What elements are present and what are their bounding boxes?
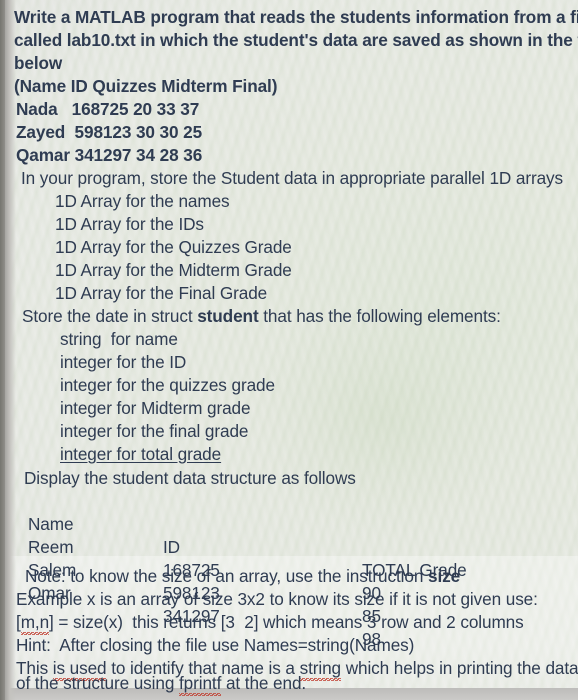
- assignment-text: Write a MATLAB program that reads the st…: [0, 0, 578, 700]
- intro-line-3: below: [14, 53, 63, 73]
- struct-element-4: integer for the final grade: [60, 421, 249, 441]
- note-line-3-a: [: [16, 612, 21, 632]
- sample-record-1: Zayed 598123 30 30 25: [16, 122, 203, 142]
- note-line-3: [m,n] = size(x) this returns [3 2] which…: [16, 611, 524, 635]
- format-header: (Name ID Quizzes Midterm Final): [14, 76, 278, 96]
- struct-element-5: integer for total grade: [60, 444, 222, 464]
- arrays-list-item-1: 1D Array for the IDs: [55, 214, 204, 234]
- arrays-instruction: In your program, store the Student data …: [21, 168, 564, 188]
- cell-name: Reem: [28, 537, 74, 557]
- struct-keyword: student: [197, 306, 259, 326]
- scanned-page: Write a MATLAB program that reads the st…: [0, 0, 578, 700]
- struct-instruction-before: Store the date in struct: [22, 306, 198, 326]
- struct-instruction: Store the date in struct student that ha…: [22, 305, 501, 328]
- misspelled-word: fprintf: [178, 673, 221, 696]
- intro-line-2: called lab10.txt in which the student's …: [14, 30, 578, 50]
- hint-line-3: of the structure using fprintf at the en…: [16, 672, 307, 696]
- arrays-list-item-2: 1D Array for the Quizzes Grade: [55, 237, 292, 257]
- misspelled-word: m,n: [20, 612, 49, 635]
- struct-element-2: integer for the quizzes grade: [60, 375, 275, 395]
- hint-line-1: Hint: After closing the file use Names=s…: [16, 635, 415, 655]
- note-line-1: Note: to know the size of an array, use …: [25, 565, 460, 588]
- output-table-header-id: ID: [163, 537, 180, 557]
- arrays-list-item-3: 1D Array for the Midterm Grade: [55, 260, 292, 280]
- note-line-1-text: Note: to know the size of an array, use …: [25, 566, 428, 586]
- note-size-keyword: size: [427, 566, 461, 586]
- arrays-list-item-0: 1D Array for the names: [55, 191, 230, 211]
- struct-element-3: integer for Midterm grade: [60, 398, 251, 418]
- display-instruction: Display the student data structure as fo…: [24, 468, 356, 488]
- struct-instruction-after: that has the following elements:: [258, 306, 501, 326]
- note-line-2: Example x is an array of size 3x2 to kno…: [16, 589, 538, 609]
- hint-line-3-a: of the structure using: [16, 673, 179, 693]
- struct-element-0: string for name: [60, 329, 178, 349]
- hint-line-3-b: at the end.: [221, 673, 307, 693]
- arrays-list-item-4: 1D Array for the Final Grade: [55, 283, 268, 303]
- note-line-3-b: ] = size(x) this returns [3 2] which mea…: [49, 612, 524, 632]
- sample-record-0: Nada 168725 20 33 37: [16, 99, 200, 119]
- sample-record-2: Qamar 341297 34 28 36: [16, 145, 203, 165]
- hint-line-2-c: which helps in printing the data: [341, 658, 578, 678]
- intro-line-1: Write a MATLAB program that reads the st…: [14, 7, 578, 27]
- output-table-header-name: Name: [28, 514, 74, 534]
- struct-element-1: integer for the ID: [60, 352, 187, 372]
